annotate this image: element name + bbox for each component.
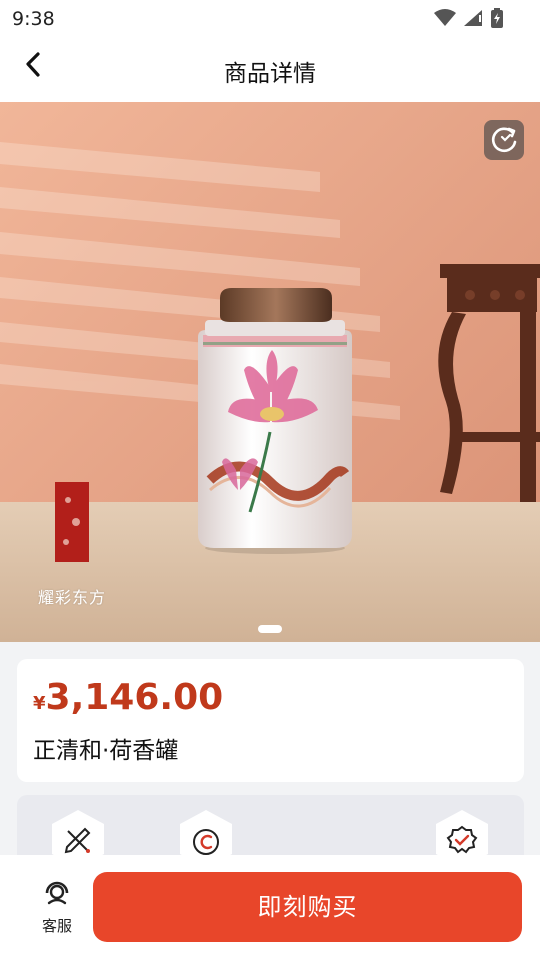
customer-service-button[interactable]: 客服 bbox=[36, 875, 78, 936]
product-name: 正清和·荷香罐 bbox=[33, 738, 179, 764]
refresh-button[interactable] bbox=[484, 120, 524, 160]
buy-now-button[interactable]: 即刻购买 bbox=[93, 872, 522, 942]
headset-icon bbox=[45, 881, 69, 905]
price-line: ¥3,146.00 bbox=[33, 677, 223, 718]
bottom-action-bar: 客服 即刻购买 bbox=[0, 855, 540, 960]
status-time: 9:38 bbox=[12, 8, 55, 30]
battery-icon bbox=[491, 8, 503, 28]
product-image-carousel[interactable]: 耀彩东方 bbox=[0, 102, 540, 642]
page-title: 商品详情 bbox=[224, 61, 316, 87]
status-icons bbox=[434, 8, 504, 28]
product-photo bbox=[0, 102, 540, 642]
brand-watermark: 耀彩东方 bbox=[38, 588, 107, 607]
product-price: 3,146.00 bbox=[45, 677, 224, 718]
customer-service-label: 客服 bbox=[41, 917, 72, 935]
status-bar: 9:38 bbox=[0, 0, 540, 36]
navigation-bar: 商品详情 bbox=[0, 36, 540, 102]
price-card: ¥3,146.00 正清和·荷香罐 bbox=[17, 659, 524, 782]
refresh-icon bbox=[491, 127, 517, 153]
currency-symbol: ¥ bbox=[33, 693, 46, 714]
cellular-signal-icon bbox=[464, 10, 482, 26]
carousel-pager-indicator bbox=[258, 625, 282, 633]
wifi-icon bbox=[434, 9, 456, 26]
